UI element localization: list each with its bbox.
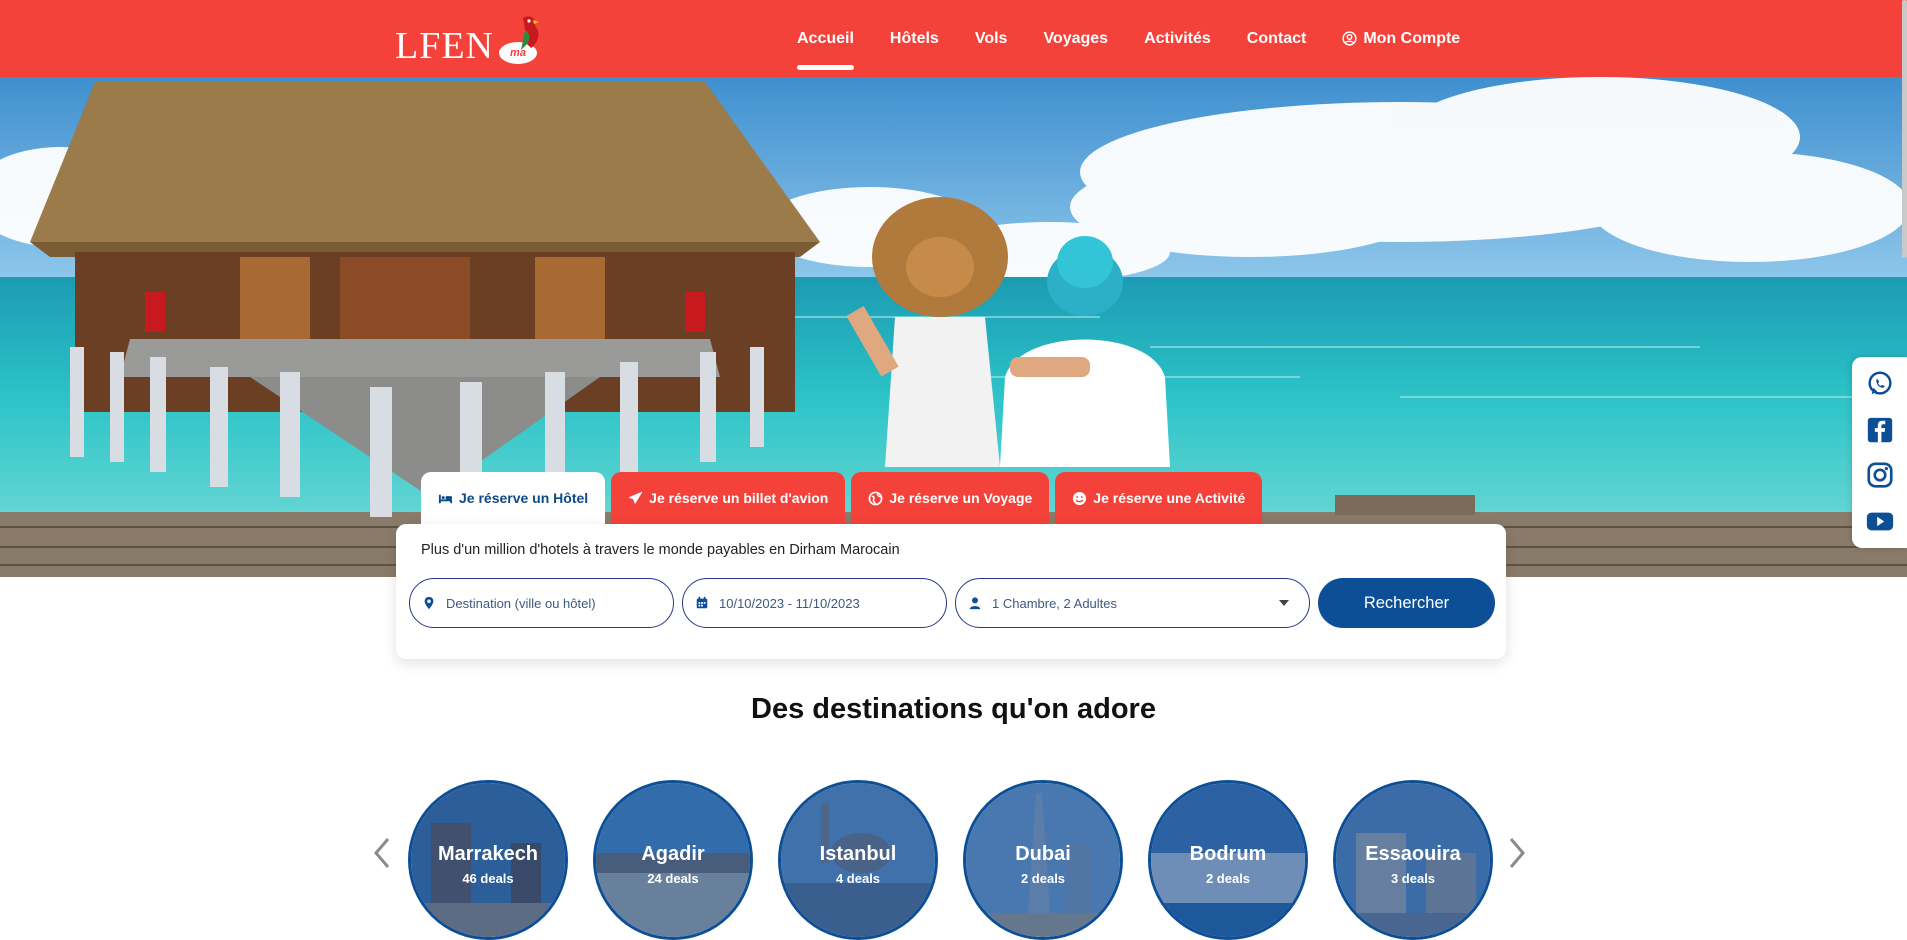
- nav-voyages[interactable]: Voyages: [1043, 30, 1108, 48]
- facebook-icon[interactable]: [1865, 415, 1895, 445]
- social-sidebar: [1852, 357, 1907, 548]
- search-tagline: Plus d'un million d'hotels à travers le …: [421, 542, 900, 558]
- tab-activity[interactable]: Je réserve une Activité: [1055, 472, 1263, 524]
- destination-card-marrakech[interactable]: Marrakech 46 deals: [408, 780, 568, 940]
- destination-name: Istanbul: [819, 843, 897, 865]
- nav-activites[interactable]: Activités: [1144, 30, 1211, 48]
- tab-hotel[interactable]: Je réserve un Hôtel: [421, 472, 606, 524]
- bed-icon: [438, 494, 453, 503]
- tab-trip-label: Je réserve un Voyage: [889, 490, 1033, 506]
- date-range-field[interactable]: 10/10/2023 - 11/10/2023: [682, 578, 947, 628]
- destination-placeholder: Destination (ville ou hôtel): [446, 595, 596, 611]
- search-panel: Plus d'un million d'hotels à travers le …: [396, 524, 1506, 659]
- booking-tabs: Je réserve un Hôtel Je réserve un billet…: [421, 472, 1263, 524]
- main-nav: Accueil Hôtels Vols Voyages Activités Co…: [797, 0, 1496, 77]
- destination-card-agadir[interactable]: Agadir 24 deals: [593, 780, 753, 940]
- carousel-prev-icon[interactable]: [372, 836, 392, 870]
- destination-deals: 3 deals: [1390, 871, 1436, 886]
- instagram-icon[interactable]: [1865, 460, 1895, 490]
- tab-trip[interactable]: Je réserve un Voyage: [851, 472, 1050, 524]
- youtube-icon[interactable]: [1865, 506, 1895, 536]
- destination-name: Essaouira: [1365, 843, 1461, 865]
- chevron-down-icon: [1279, 600, 1289, 606]
- user-icon: [969, 597, 981, 610]
- nav-accueil[interactable]: Accueil: [797, 30, 854, 70]
- date-range-value: 10/10/2023 - 11/10/2023: [719, 595, 860, 611]
- account-label: Mon Compte: [1363, 29, 1461, 47]
- destination-name: Bodrum: [1189, 843, 1267, 865]
- guests-select[interactable]: 1 Chambre, 2 Adultes: [955, 578, 1310, 628]
- nav-hotels[interactable]: Hôtels: [890, 30, 939, 48]
- smile-icon: [1073, 491, 1087, 505]
- site-logo[interactable]: LFEN ma: [395, 14, 545, 70]
- nav-vols[interactable]: Vols: [975, 30, 1008, 48]
- destination-deals: 4 deals: [835, 871, 881, 886]
- destination-deals: 46 deals: [462, 871, 514, 886]
- destination-name: Marrakech: [437, 843, 539, 865]
- tab-hotel-label: Je réserve un Hôtel: [459, 490, 589, 506]
- destination-card-essaouira[interactable]: Essaouira 3 deals: [1333, 780, 1493, 940]
- carousel-next-icon[interactable]: [1507, 836, 1527, 870]
- user-circle-icon: [1342, 31, 1357, 46]
- guests-value: 1 Chambre, 2 Adultes: [992, 595, 1118, 611]
- destination-card-bodrum[interactable]: Bodrum 2 deals: [1148, 780, 1308, 940]
- logo-text: LFEN: [395, 25, 494, 67]
- parrot-logo-icon: [521, 16, 539, 50]
- destinations-title: Des destinations qu'on adore: [751, 693, 1156, 725]
- plane-icon: [629, 491, 643, 504]
- destination-name: Dubai: [1015, 843, 1071, 865]
- destination-deals: 24 deals: [647, 871, 699, 886]
- globe-icon: [868, 491, 883, 505]
- page-scrollbar[interactable]: [1902, 0, 1907, 258]
- destination-field[interactable]: Destination (ville ou hôtel): [409, 578, 674, 628]
- map-pin-icon: [424, 596, 434, 610]
- tab-flight[interactable]: Je réserve un billet d'avion: [611, 472, 846, 524]
- search-button[interactable]: Rechercher: [1318, 578, 1495, 628]
- tab-flight-label: Je réserve un billet d'avion: [649, 490, 829, 506]
- tab-activity-label: Je réserve une Activité: [1093, 490, 1246, 506]
- nav-contact[interactable]: Contact: [1247, 30, 1307, 48]
- calendar-icon: [696, 596, 708, 609]
- destination-name: Agadir: [641, 843, 705, 865]
- nav-mon-compte[interactable]: Mon Compte: [1342, 30, 1460, 48]
- whatsapp-icon[interactable]: [1865, 369, 1895, 399]
- destination-card-dubai[interactable]: Dubai 2 deals: [963, 780, 1123, 940]
- destination-deals: 2 deals: [1205, 871, 1251, 886]
- destination-deals: 2 deals: [1020, 871, 1066, 886]
- top-navbar: LFEN ma Accueil Hôtels Vols Voyages Acti…: [0, 0, 1907, 77]
- destination-card-istanbul[interactable]: Istanbul 4 deals: [778, 780, 938, 940]
